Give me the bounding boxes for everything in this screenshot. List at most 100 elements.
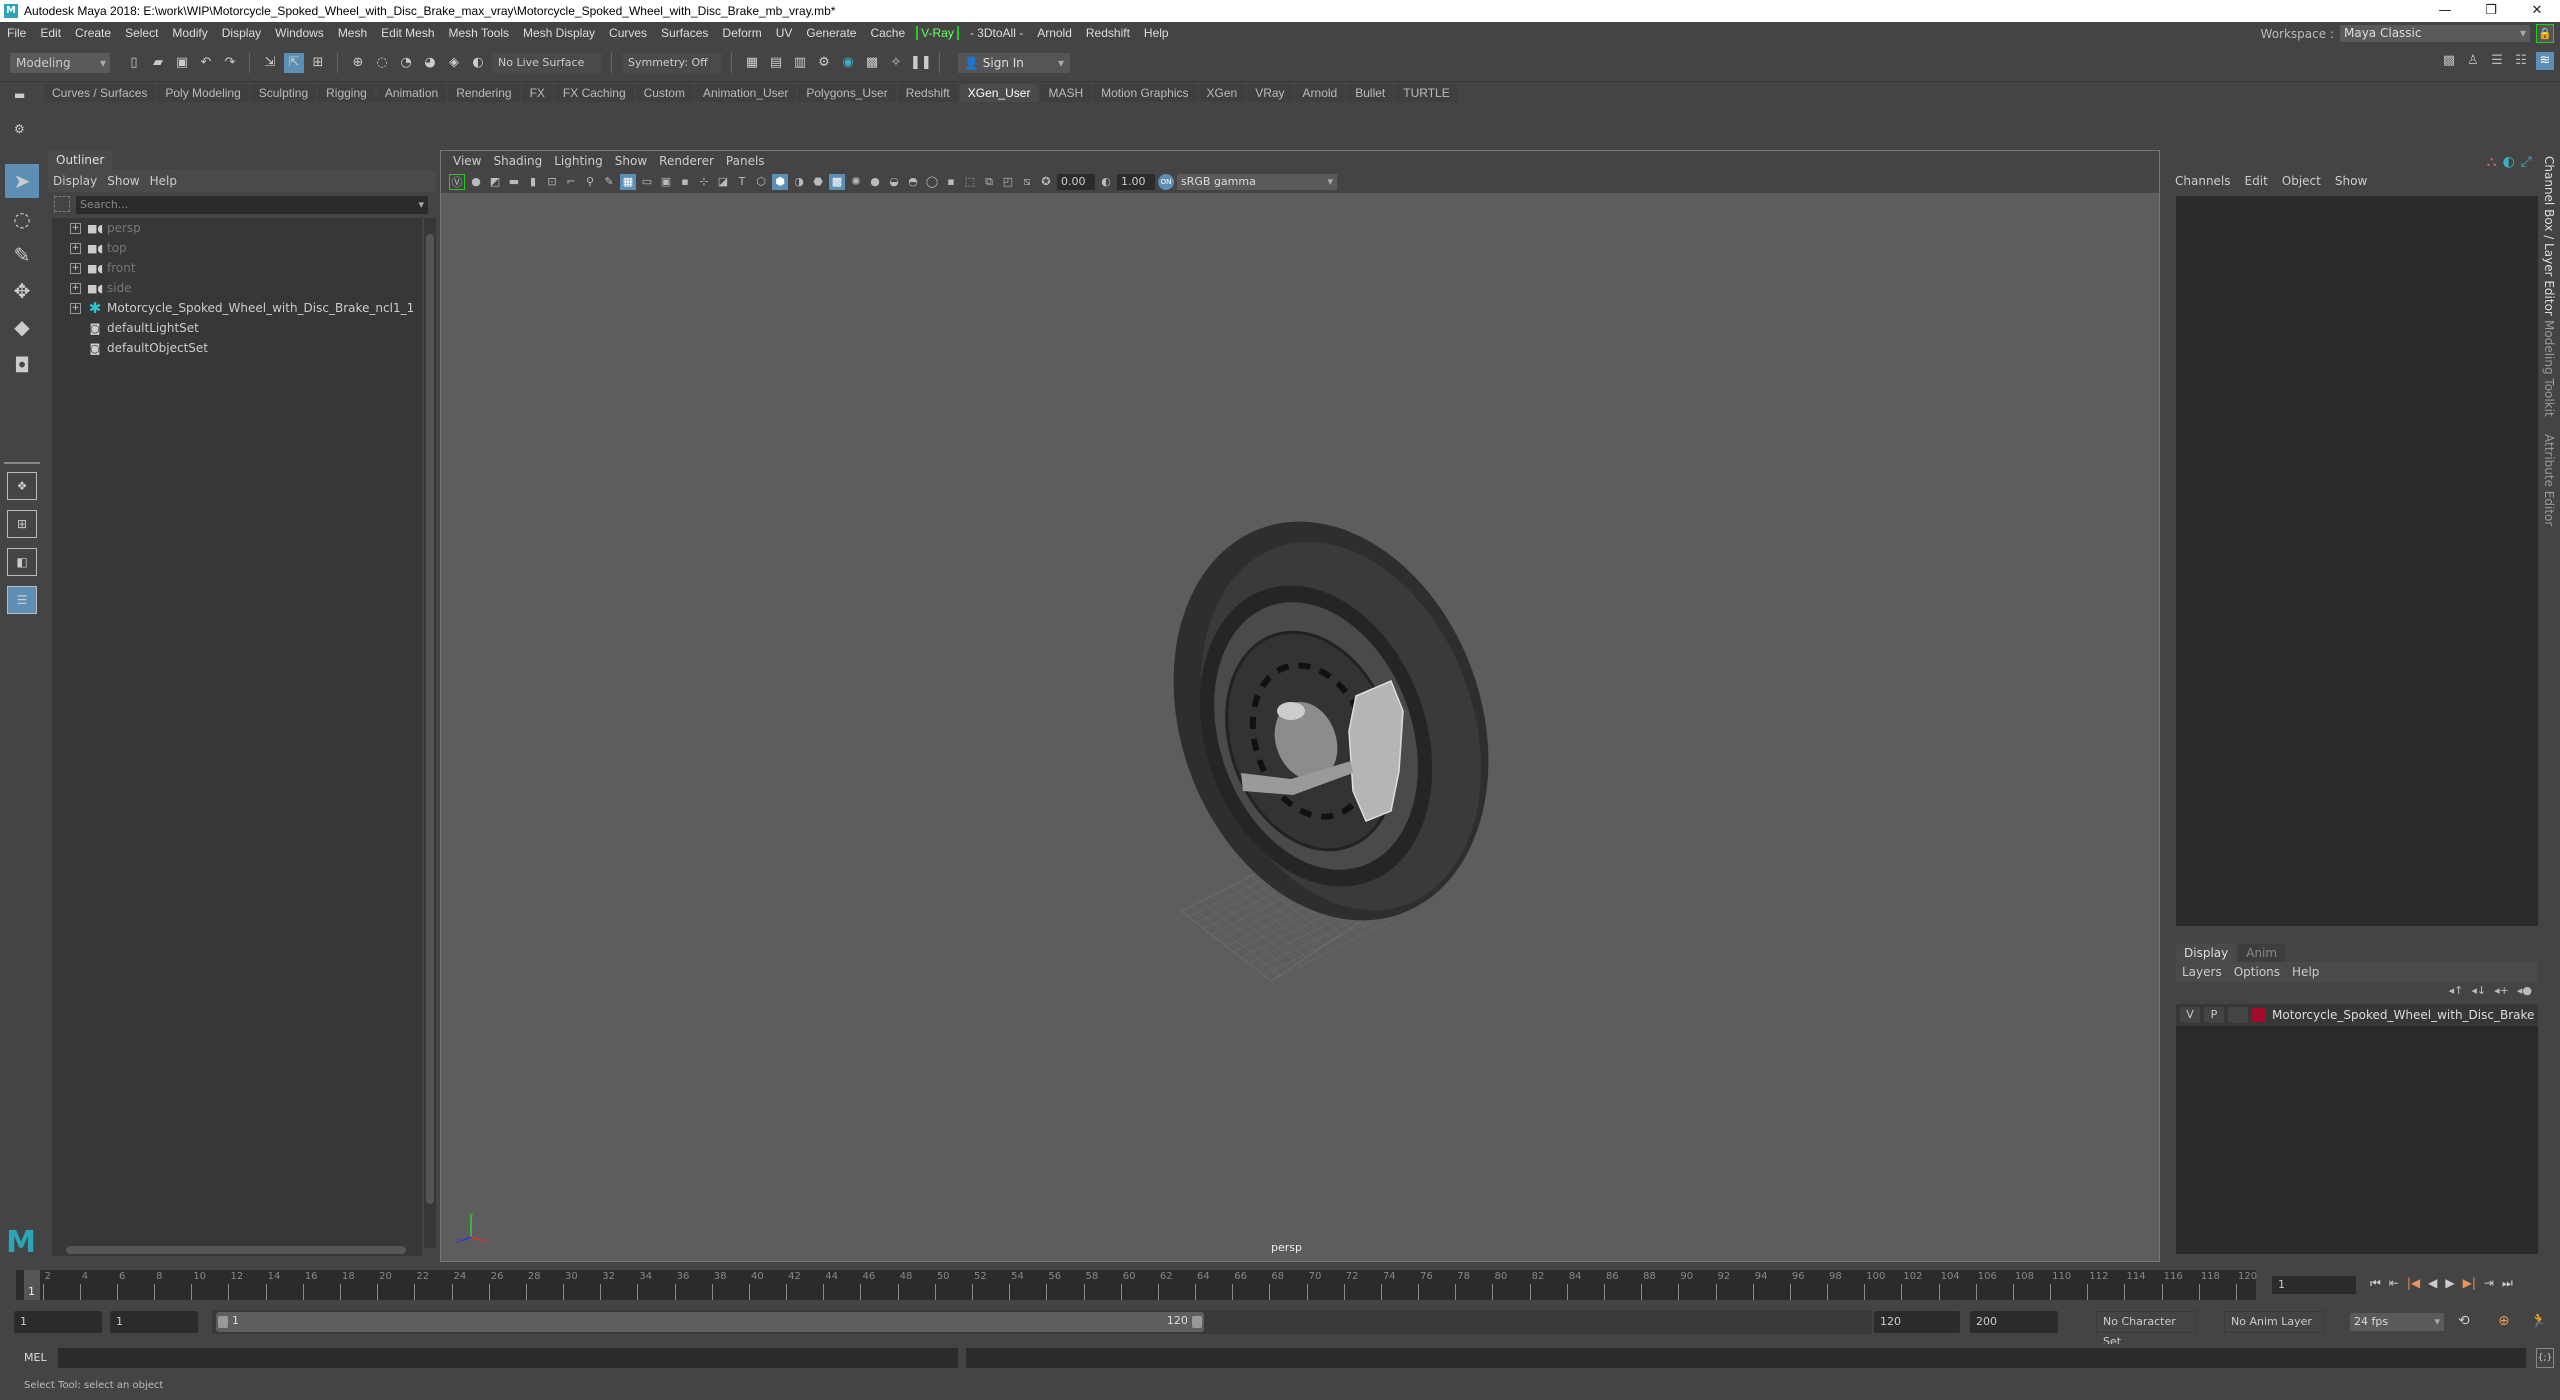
range-start-handle[interactable]	[218, 1316, 228, 1328]
shelf-tab-fx-caching[interactable]: FX Caching	[554, 84, 634, 102]
menu-deform[interactable]: Deform	[715, 26, 768, 40]
2d-pan-zoom-icon[interactable]: ⚲	[582, 174, 598, 190]
channel-box-area[interactable]	[2176, 196, 2538, 926]
animation-start-field[interactable]: 1	[14, 1311, 102, 1333]
hyper-icon[interactable]: ⤢	[2521, 154, 2532, 170]
smooth-shade-icon[interactable]: ⬢	[772, 174, 788, 190]
rotate-tool-icon[interactable]: ◆	[5, 310, 39, 344]
layer-playback-toggle[interactable]: P	[2204, 1007, 2224, 1023]
shadows-icon[interactable]: ●	[867, 174, 883, 190]
menu-create[interactable]: Create	[68, 26, 118, 40]
motorcycle-wheel-model[interactable]	[1141, 511, 1521, 991]
shelf-tab-poly-modeling[interactable]: Poly Modeling	[157, 84, 249, 102]
film-gate-icon[interactable]: ▭	[639, 174, 655, 190]
snap-surface-icon[interactable]: ◐	[468, 53, 488, 73]
character-set-dropdown[interactable]: No Character Set	[2096, 1311, 2196, 1348]
shelf-tab-polygons-user[interactable]: Polygons_User	[798, 84, 896, 102]
viewport-menu-show[interactable]: Show	[609, 154, 653, 168]
select-camera-icon[interactable]: ●	[468, 174, 484, 190]
menu-edit-mesh[interactable]: Edit Mesh	[374, 26, 441, 40]
resolution-gate-icon[interactable]: ▣	[658, 174, 674, 190]
channel-box-menu-edit[interactable]: Edit	[2238, 174, 2275, 188]
fps-dropdown[interactable]: 24 fps	[2350, 1313, 2444, 1331]
step-back-frame-icon[interactable]: |◀	[2407, 1276, 2420, 1291]
viewport-panel[interactable]: View Shading Lighting Show Renderer Panels Ⓥ …	[440, 150, 2160, 1262]
menu-surfaces[interactable]: Surfaces	[654, 26, 715, 40]
lock-icon[interactable]: 🔒	[2536, 24, 2554, 43]
menu-curves[interactable]: Curves	[602, 26, 654, 40]
shelf-tab-sculpting[interactable]: Sculpting	[250, 84, 317, 102]
layer-name[interactable]: Motorcycle_Spoked_Wheel_with_Disc_Brake	[2272, 1008, 2534, 1022]
script-language-label[interactable]: MEL	[24, 1351, 47, 1364]
snap-live-icon[interactable]: ◈	[444, 53, 464, 73]
new-scene-icon[interactable]: ▯	[124, 53, 144, 73]
tab-modeling-toolkit[interactable]: Modeling Toolkit	[2542, 320, 2556, 417]
live-surface-field[interactable]: No Live Surface	[492, 52, 602, 73]
pause-icon[interactable]: ❚❚	[910, 53, 932, 73]
shelf-tab-mash[interactable]: MASH	[1040, 84, 1092, 102]
playback-start-field[interactable]: 1	[110, 1311, 198, 1333]
expand-icon[interactable]: +	[70, 242, 81, 254]
shelf-tab-arnold[interactable]: Arnold	[1294, 84, 1346, 102]
render-view-icon[interactable]: ▦	[742, 53, 762, 73]
anim-layer-dropdown[interactable]: No Anim Layer	[2224, 1311, 2324, 1333]
depth-of-field-icon[interactable]: ▪	[943, 174, 959, 190]
grid-icon[interactable]: ▦	[620, 174, 636, 190]
shelf-tab-bullet[interactable]: Bullet	[1347, 84, 1394, 102]
time-slider[interactable]: 2 4 6 8 10 12 14 16 18 20 22 24 26 28 30 32 34 36 38 40 42 44…	[16, 1270, 2257, 1300]
select-component-icon[interactable]: ⊞	[308, 53, 328, 73]
gate-mask-icon[interactable]: ▪	[677, 174, 693, 190]
step-back-key-icon[interactable]: ⇤	[2389, 1276, 2399, 1291]
move-tool-icon[interactable]: ✥	[5, 274, 39, 308]
bookmark-icon[interactable]: ⊡	[544, 174, 560, 190]
channel-box-menu-channels[interactable]: Channels	[2168, 174, 2238, 188]
render-frame-icon[interactable]: ▤	[766, 53, 786, 73]
grease-pencil-icon[interactable]: ✎	[601, 174, 617, 190]
tab-display[interactable]: Display	[2176, 944, 2237, 962]
menu-edit[interactable]: Edit	[33, 26, 68, 40]
loop-icon[interactable]: ⟲	[2458, 1313, 2470, 1329]
exposure-field[interactable]: 0.00	[1057, 174, 1095, 190]
viewport-menu-panels[interactable]: Panels	[720, 154, 771, 168]
menu-mesh-display[interactable]: Mesh Display	[516, 26, 602, 40]
four-view-layout-icon[interactable]: ⊞	[7, 510, 37, 538]
color-space-dropdown[interactable]: sRGB gamma	[1177, 174, 1337, 190]
shelf-tab-xgen-user[interactable]: XGen_User	[959, 84, 1039, 102]
layer-display-type-toggle[interactable]	[2228, 1007, 2248, 1023]
scale-tool-icon[interactable]: ◘	[5, 348, 39, 382]
shelf-tab-fx[interactable]: FX	[521, 84, 553, 102]
modeling-toolkit-icon[interactable]: ▩	[2440, 52, 2458, 70]
tab-attribute-editor[interactable]: Attribute Editor	[2542, 434, 2556, 526]
new-layer-icon[interactable]: ◂●	[2517, 984, 2532, 997]
menu-mesh-tools[interactable]: Mesh Tools	[442, 26, 516, 40]
field-chart-icon[interactable]: ⊹	[696, 174, 712, 190]
channel-box-icon[interactable]: ≋	[2536, 52, 2554, 70]
use-all-lights-icon[interactable]: ✺	[848, 174, 864, 190]
render-setup-icon[interactable]: ▩	[862, 53, 882, 73]
shelf-tab-rigging[interactable]: Rigging	[318, 84, 375, 102]
shelf-tab-xgen[interactable]: XGen	[1198, 84, 1246, 102]
menu-display[interactable]: Display	[215, 26, 268, 40]
wireframe-icon[interactable]: ⬡	[753, 174, 769, 190]
viewport-menu-renderer[interactable]: Renderer	[653, 154, 720, 168]
select-hierarchy-icon[interactable]: ⇲	[260, 53, 280, 73]
expand-icon[interactable]: +	[70, 222, 81, 234]
viewport-menu-lighting[interactable]: Lighting	[548, 154, 609, 168]
menu-generate[interactable]: Generate	[799, 26, 863, 40]
shelf-tab-animation[interactable]: Animation	[376, 84, 447, 102]
single-perspective-layout-icon[interactable]: ❖	[7, 472, 37, 500]
menu-set-dropdown[interactable]: Modeling	[10, 52, 110, 73]
shelf-tab-motion-graphics[interactable]: Motion Graphics	[1093, 84, 1197, 102]
select-object-icon[interactable]: ⇱	[284, 52, 304, 73]
outliner-item[interactable]: + ■◖ side	[52, 278, 422, 298]
script-editor-icon[interactable]: {;}	[2536, 1348, 2554, 1368]
symmetry-dropdown[interactable]: Symmetry: Off	[622, 52, 722, 73]
expand-icon[interactable]: +	[70, 302, 81, 314]
snap-view-icon[interactable]: ◕	[420, 53, 440, 73]
light-editor-icon[interactable]: ✧	[886, 53, 906, 73]
outliner-menu-display[interactable]: Display	[48, 174, 102, 188]
outliner-vertical-scrollbar[interactable]	[424, 218, 436, 1248]
outliner-search-input[interactable]: Search...	[76, 196, 428, 214]
xray-joints-icon[interactable]: ⧅	[1019, 174, 1035, 190]
menu-mesh[interactable]: Mesh	[331, 26, 374, 40]
